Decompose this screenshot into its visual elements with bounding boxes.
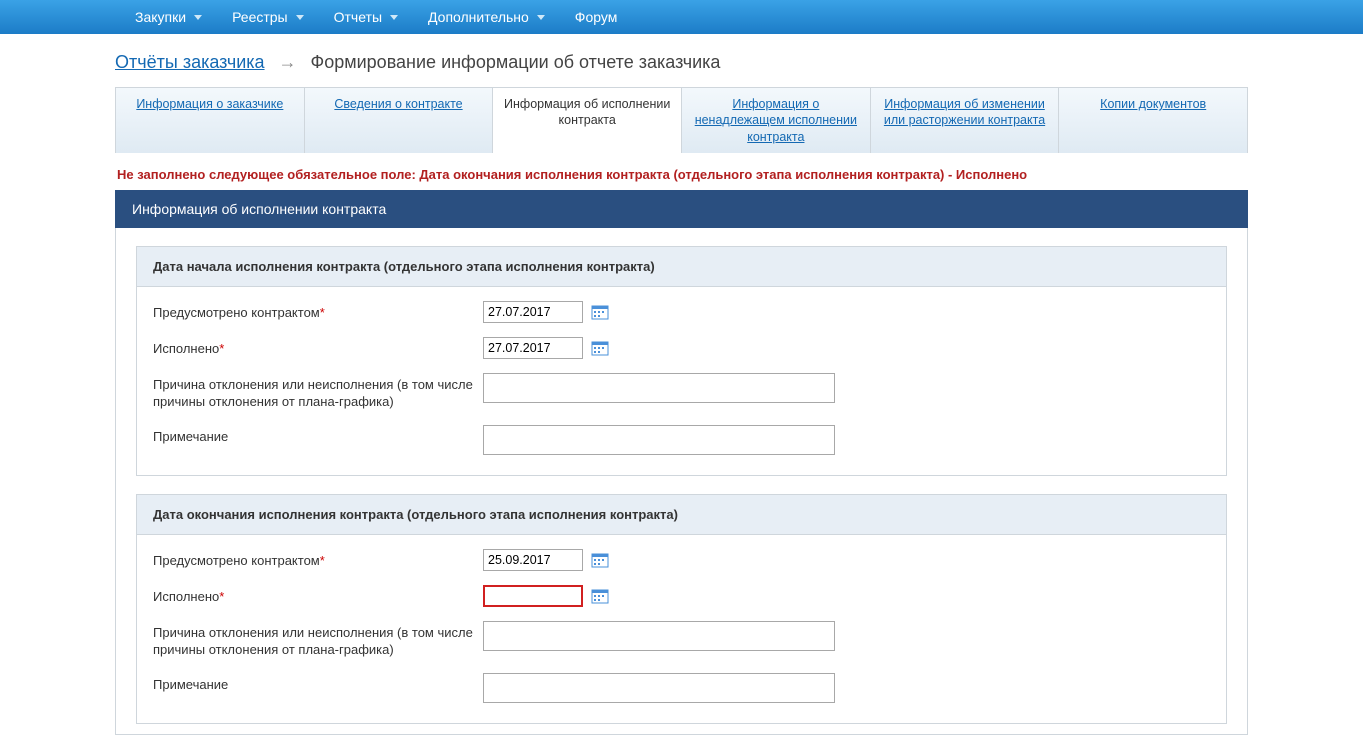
tab-document-copies[interactable]: Копии документов <box>1059 88 1247 153</box>
top-nav: Закупки Реестры Отчеты Дополнительно Фор… <box>0 0 1363 34</box>
chevron-down-icon <box>390 15 398 20</box>
tab-customer-info[interactable]: Информация о заказчике <box>116 88 305 153</box>
label-start-note: Примечание <box>153 425 483 446</box>
chevron-down-icon <box>537 15 545 20</box>
calendar-icon[interactable] <box>591 339 609 357</box>
nav-item-additional[interactable]: Дополнительно <box>428 9 545 25</box>
label-end-done: Исполнено* <box>153 585 483 606</box>
tab-contract-details[interactable]: Сведения о контракте <box>305 88 494 153</box>
textarea-start-reason[interactable] <box>483 373 835 403</box>
input-start-done[interactable] <box>483 337 583 359</box>
panel-title: Информация об исполнении контракта <box>115 190 1248 228</box>
arrow-right-icon: → <box>279 52 297 73</box>
form-start: Предусмотрено контрактом* Исполнено* При… <box>136 287 1227 476</box>
section-title-end: Дата окончания исполнения контракта (отд… <box>136 494 1227 535</box>
tab-improper-execution[interactable]: Информация о ненадлежащем исполнении кон… <box>682 88 871 153</box>
chevron-down-icon <box>296 15 304 20</box>
calendar-icon[interactable] <box>591 587 609 605</box>
input-end-planned[interactable] <box>483 549 583 571</box>
label-end-note: Примечание <box>153 673 483 694</box>
breadcrumb-current: Формирование информации об отчете заказч… <box>311 52 721 73</box>
input-end-done[interactable] <box>483 585 583 607</box>
panel-body: Дата начала исполнения контракта (отдель… <box>115 228 1248 735</box>
nav-item-registries[interactable]: Реестры <box>232 9 304 25</box>
label-start-done: Исполнено* <box>153 337 483 358</box>
tab-change-termination[interactable]: Информация об изменении или расторжении … <box>871 88 1060 153</box>
section-title-start: Дата начала исполнения контракта (отдель… <box>136 246 1227 287</box>
label-end-reason: Причина отклонения или неисполнения (в т… <box>153 621 483 659</box>
nav-item-reports[interactable]: Отчеты <box>334 9 398 25</box>
breadcrumb-root-link[interactable]: Отчёты заказчика <box>115 52 265 73</box>
tab-bar: Информация о заказчике Сведения о контра… <box>115 87 1248 153</box>
textarea-end-reason[interactable] <box>483 621 835 651</box>
form-end: Предусмотрено контрактом* Исполнено* При… <box>136 535 1227 724</box>
textarea-end-note[interactable] <box>483 673 835 703</box>
textarea-start-note[interactable] <box>483 425 835 455</box>
label-start-planned: Предусмотрено контрактом* <box>153 301 483 322</box>
input-start-planned[interactable] <box>483 301 583 323</box>
label-end-planned: Предусмотрено контрактом* <box>153 549 483 570</box>
tab-execution-info[interactable]: Информация об исполнении контракта <box>493 88 682 153</box>
label-start-reason: Причина отклонения или неисполнения (в т… <box>153 373 483 411</box>
chevron-down-icon <box>194 15 202 20</box>
calendar-icon[interactable] <box>591 303 609 321</box>
calendar-icon[interactable] <box>591 551 609 569</box>
nav-item-purchases[interactable]: Закупки <box>135 9 202 25</box>
nav-item-forum[interactable]: Форум <box>575 9 618 25</box>
validation-error: Не заполнено следующее обязательное поле… <box>115 153 1248 190</box>
breadcrumb: Отчёты заказчика → Формирование информац… <box>115 34 1248 87</box>
